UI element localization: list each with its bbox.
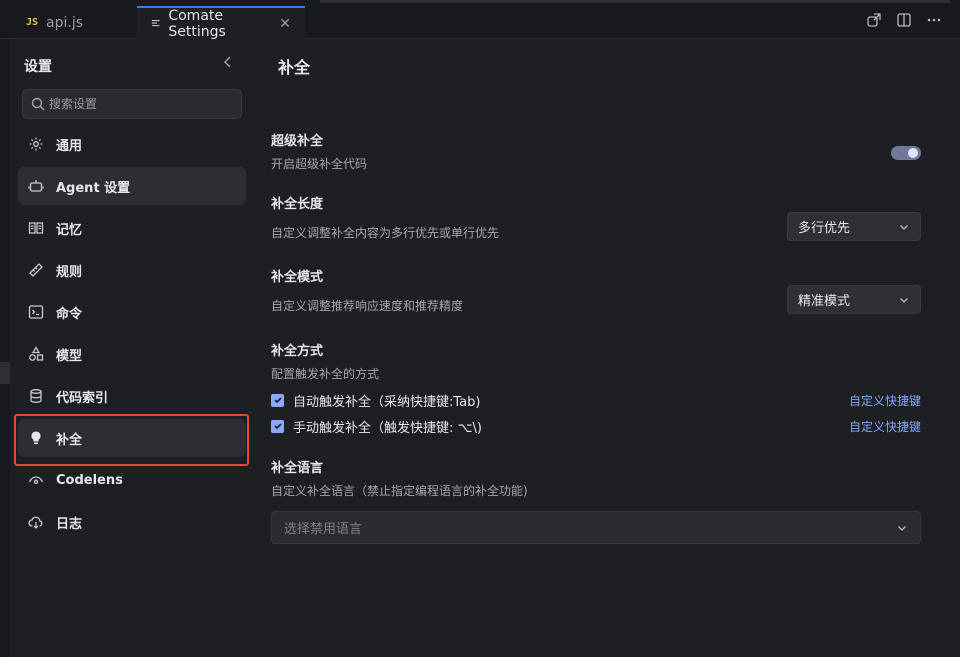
chevron-down-icon [898,525,906,531]
sidebar-item-label: 规则 [56,264,83,280]
sidebar-nav: 通用 Agent 设置 记忆 规则 命令 模型 代码索引 补全 Codelens… [18,125,246,545]
sidebar-item-label: 命令 [56,306,83,322]
settings-sidebar: 设置 通用 Agent 设置 记忆 规则 命令 模型 [10,40,260,657]
close-icon[interactable]: ✕ [279,16,291,32]
sidebar-item-code-index[interactable]: 代码索引 [18,377,246,415]
sidebar-item-label: 日志 [56,516,83,532]
sidebar-item-codelens[interactable]: Codelens [18,461,246,499]
search-icon [31,97,45,111]
cloud-icon [28,516,43,529]
tab-label: api.js [46,14,84,31]
length-section: 补全长度 自定义调整补全内容为多行优先或单行优先 多行优先 [271,193,921,241]
tab-actions [866,12,942,28]
robot-icon [28,180,44,192]
language-section: 补全语言 自定义补全语言（禁止指定编程语言的补全功能) 选择禁用语言 [271,457,921,544]
section-desc: 配置触发补全的方式 [271,367,380,381]
tab-bar: JS api.js Comate Settings ✕ [0,0,960,40]
sidebar-item-label: 记忆 [56,222,83,238]
sidebar-item-logs[interactable]: 日志 [18,503,246,541]
section-title: 超级补全 [271,134,324,149]
activity-strip [0,0,10,657]
book-icon [28,222,44,234]
search-box [22,89,242,119]
super-completion-toggle[interactable] [891,146,921,160]
section-title: 补全语言 [271,461,324,476]
super-completion-section: 超级补全 开启超级补全代码 [271,130,921,172]
gear-icon [29,137,43,151]
mode-section: 补全模式 自定义调整推荐响应速度和推荐精度 精准模式 [271,266,921,314]
sidebar-item-label: 通用 [56,138,83,154]
check-icon [273,423,282,430]
split-editor-icon[interactable] [896,12,912,28]
tab-api-js[interactable]: JS api.js [12,6,136,39]
shapes-icon [29,346,44,361]
sidebar-item-general[interactable]: 通用 [18,125,246,163]
sidebar-title: 设置 [24,59,52,75]
bulb-icon [31,431,41,445]
check-icon [273,397,282,404]
sidebar-item-label: 代码索引 [56,390,109,406]
section-title: 补全方式 [271,344,324,359]
auto-trigger-label: 自动触发补全（采纳快捷键:Tab) [293,394,481,410]
sidebar-item-rules[interactable]: 规则 [18,251,246,289]
sidebar-item-label: 模型 [56,348,83,364]
section-desc: 开启超级补全代码 [271,157,368,171]
section-title: 补全模式 [271,270,324,285]
chevron-left-icon[interactable] [220,54,236,70]
manual-trigger-label: 手动触发补全（触发快捷键: ⌥\) [293,420,482,436]
length-select-value: 多行优先 [798,221,851,236]
eye-icon [28,476,44,485]
chevron-down-icon [900,297,908,303]
settings-file-icon [151,19,160,27]
mode-select-value: 精准模式 [798,294,851,309]
sidebar-item-commands[interactable]: 命令 [18,293,246,331]
section-title: 补全长度 [271,197,324,212]
new-window-icon[interactable] [866,12,882,28]
more-icon[interactable] [926,12,942,28]
js-file-icon: JS [26,17,39,28]
sidebar-item-label: Agent 设置 [56,180,131,196]
sidebar-item-label: 补全 [56,432,83,448]
manual-trigger-row: 手动触发补全（触发快捷键: ⌥\) 自定义快捷键 [271,416,921,436]
manual-trigger-checkbox[interactable] [271,419,284,433]
ruler-icon [29,263,43,277]
chevron-down-icon [900,224,908,230]
language-select[interactable]: 选择禁用语言 [271,511,921,544]
auto-trigger-row: 自动触发补全（采纳快捷键:Tab) 自定义快捷键 [271,390,921,410]
database-icon [30,389,42,403]
terminal-icon [28,305,44,319]
tab-comate-settings[interactable]: Comate Settings ✕ [137,6,305,40]
sidebar-item-label: Codelens [56,472,123,488]
method-section: 补全方式 配置触发补全的方式 自动触发补全（采纳快捷键:Tab) 自定义快捷键 … [271,340,921,436]
page-title: 补全 [278,58,311,77]
section-desc: 自定义补全语言（禁止指定编程语言的补全功能) [271,484,528,498]
sidebar-item-memory[interactable]: 记忆 [18,209,246,247]
sidebar-item-completion[interactable]: 补全 [18,419,246,457]
settings-content: 补全 超级补全 开启超级补全代码 补全长度 自定义调整补全内容为多行优先或单行优… [260,40,960,657]
sidebar-item-agent[interactable]: Agent 设置 [18,167,246,205]
mode-select[interactable]: 精准模式 [787,285,921,314]
search-input[interactable] [49,97,229,111]
tab-label: Comate Settings [168,7,226,40]
strip-marker [0,362,10,384]
language-select-placeholder: 选择禁用语言 [284,522,363,537]
length-select[interactable]: 多行优先 [787,212,921,241]
auto-trigger-shortcut-link[interactable]: 自定义快捷键 [849,392,921,409]
manual-trigger-shortcut-link[interactable]: 自定义快捷键 [849,418,921,435]
sidebar-item-models[interactable]: 模型 [18,335,246,373]
tab-bar-top-line [320,0,950,3]
auto-trigger-checkbox[interactable] [271,393,284,407]
